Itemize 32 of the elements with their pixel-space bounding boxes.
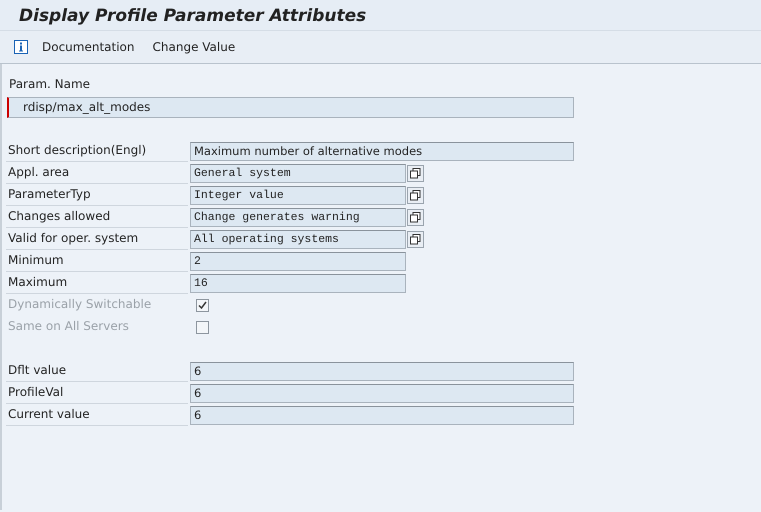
field-label: Maximum bbox=[6, 272, 188, 294]
field-label: Changes allowed bbox=[6, 206, 188, 228]
field-label: Dynamically Switchable bbox=[7, 296, 152, 313]
text-field[interactable]: All operating systems bbox=[190, 230, 406, 248]
number-field[interactable]: 2 bbox=[190, 252, 406, 270]
info-button[interactable] bbox=[14, 38, 28, 56]
text-field[interactable]: Maximum number of alternative modes bbox=[190, 142, 574, 160]
window-title: Display Profile Parameter Attributes bbox=[0, 0, 761, 31]
field-label: Dflt value bbox=[6, 360, 188, 382]
field-label: ProfileVal bbox=[6, 382, 188, 404]
field-label: ParameterTyp bbox=[6, 184, 188, 206]
value-help-button[interactable] bbox=[407, 164, 424, 182]
value-field[interactable]: 6 bbox=[190, 362, 574, 380]
value-help-button[interactable] bbox=[407, 230, 424, 248]
text-field[interactable]: Change generates warning bbox=[190, 208, 406, 226]
toolbar-button[interactable]: Documentation bbox=[42, 36, 135, 58]
field-label: Appl. area bbox=[6, 162, 188, 184]
value-field[interactable]: 6 bbox=[190, 406, 574, 424]
value-help-button[interactable] bbox=[407, 186, 424, 204]
param-name-field[interactable]: rdisp/max_alt_modes bbox=[7, 97, 574, 118]
value-field[interactable]: 6 bbox=[190, 384, 574, 402]
value-help-button[interactable] bbox=[407, 208, 424, 226]
text-field[interactable]: Integer value bbox=[190, 186, 406, 204]
field-label: Minimum bbox=[6, 250, 188, 272]
field-label: Short description(Engl) bbox=[6, 140, 188, 162]
toolbar-button[interactable]: Change Value bbox=[152, 36, 236, 58]
number-field[interactable]: 16 bbox=[190, 274, 406, 292]
field-label: Current value bbox=[6, 404, 188, 426]
text-field[interactable]: General system bbox=[190, 164, 406, 182]
field-label: Same on All Servers bbox=[7, 318, 130, 335]
field-label: Param. Name bbox=[8, 76, 92, 93]
field-label: Valid for oper. system bbox=[6, 228, 188, 250]
